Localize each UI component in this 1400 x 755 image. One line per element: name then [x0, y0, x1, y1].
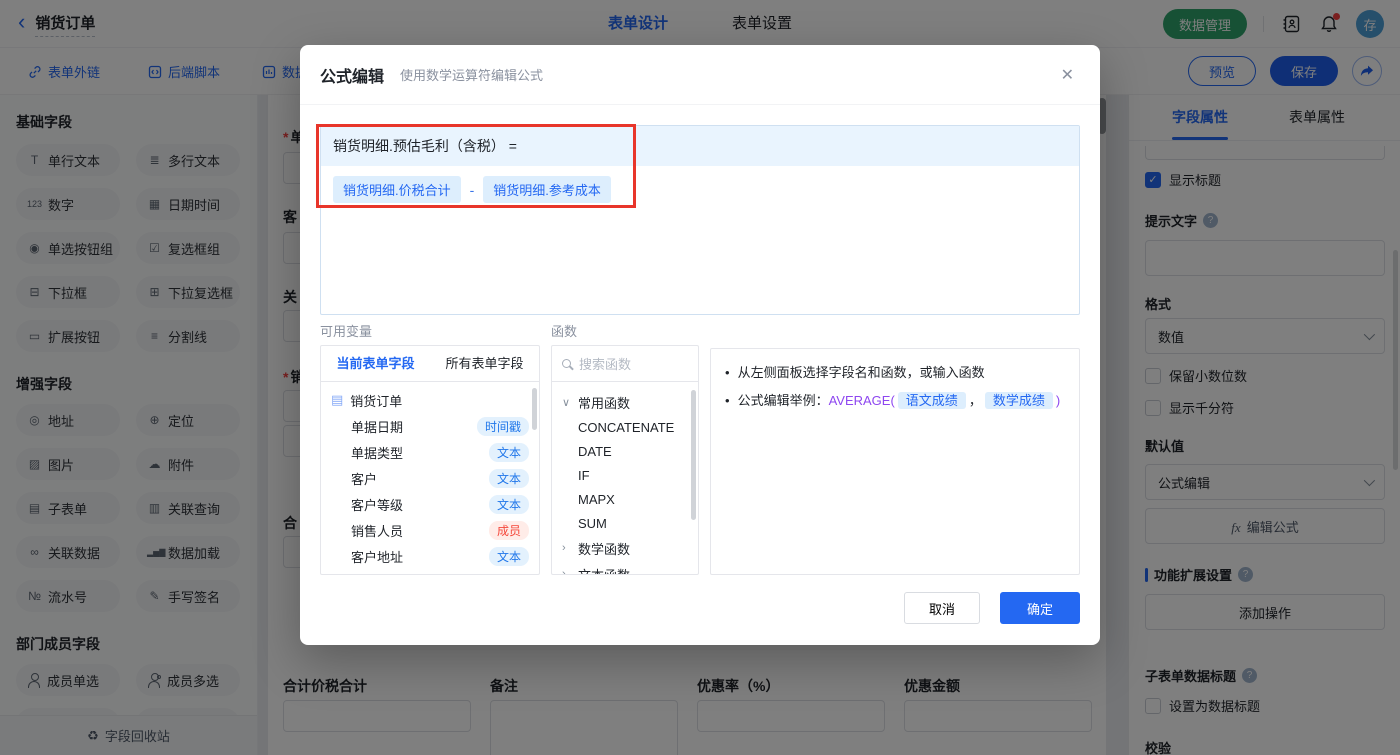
chevron-expanded-icon: ∨ [562, 396, 571, 409]
form-designer-app: ‹ 销货订单 表单设计 表单设置 数据管理 存 表单外链 后端脚本 [0, 0, 1400, 755]
function-group-common[interactable]: ∨ 常用函数 [552, 389, 698, 415]
form-doc-icon: ▤ [331, 392, 344, 407]
confirm-button[interactable]: 确定 [1000, 592, 1080, 624]
chevron-collapsed-icon: › [562, 542, 566, 554]
type-badge: 时间戳 [476, 416, 529, 436]
modal-title: 公式编辑 [320, 68, 385, 86]
function-group-math[interactable]: › 数学函数 [552, 535, 698, 561]
example-field-chip: 数学成绩 [984, 392, 1053, 409]
function-item[interactable]: SUM [552, 511, 698, 535]
search-icon [562, 359, 571, 368]
variable-row[interactable]: 客户等级 文本 [321, 491, 539, 517]
functions-scrollbar[interactable] [691, 390, 696, 520]
search-placeholder: 搜索函数 [579, 357, 632, 372]
functions-panel: 搜索函数 ∨ 常用函数 CONCATENATE DATE IF MAPX SUM … [551, 345, 699, 575]
type-badge: 文本 [488, 494, 529, 514]
modal-subtitle: 使用数学运算符编辑公式 [400, 68, 544, 83]
tips-panel: • 从左侧面板选择字段名和函数，或输入函数 • 公式编辑举例：AVERAGE(语文… [710, 348, 1080, 575]
formula-target-row: 销货明细.预估毛利（含税） = [321, 126, 1079, 166]
type-badge: 文本 [488, 468, 529, 488]
variables-label: 可用变量 [320, 324, 373, 339]
function-item[interactable]: MAPX [552, 487, 698, 511]
tab-current-form-fields[interactable]: 当前表单字段 [321, 346, 430, 381]
type-badge: 文本 [488, 546, 529, 566]
function-group-text[interactable]: › 文本函数 [552, 561, 698, 575]
variables-scrollbar[interactable] [532, 388, 537, 430]
formula-operand-chip[interactable]: 销货明细.价税合计 [333, 176, 461, 203]
tip-line-1: • 从左侧面板选择字段名和函数，或输入函数 [725, 365, 985, 380]
function-item[interactable]: IF [552, 463, 698, 487]
tab-all-form-fields[interactable]: 所有表单字段 [430, 346, 539, 381]
formula-expression-row: 销货明细.价税合计 - 销货明细.参考成本 [321, 166, 1079, 213]
close-icon[interactable]: ✕ [1061, 65, 1074, 85]
chevron-collapsed-icon: › [562, 568, 566, 575]
tip-line-2: • 公式编辑举例：AVERAGE(语文成绩，数学成绩) [725, 392, 1061, 409]
minus-operator: - [469, 181, 475, 198]
formula-editor-modal: 公式编辑 使用数学运算符编辑公式 ✕ 销货明细.预估毛利（含税） = 销货明细.… [300, 45, 1100, 645]
type-badge: 文本 [488, 442, 529, 462]
example-field-chip: 语文成绩 [897, 392, 966, 409]
function-item[interactable]: CONCATENATE [552, 415, 698, 439]
functions-label: 函数 [551, 324, 578, 339]
formula-editor-area[interactable]: 销货明细.预估毛利（含税） = 销货明细.价税合计 - 销货明细.参考成本 [320, 125, 1080, 315]
function-search-input[interactable]: 搜索函数 [552, 346, 698, 382]
modal-header: 公式编辑 使用数学运算符编辑公式 ✕ [300, 45, 1100, 105]
variables-panel: 当前表单字段 所有表单字段 ▤ 销货订单 单据日期 时间戳 单据类型 文本 客户 文本… [320, 345, 540, 575]
variable-tree-root[interactable]: ▤ 销货订单 [321, 387, 539, 413]
variable-row[interactable]: 单据日期 时间戳 [321, 413, 539, 439]
type-badge: 成员 [488, 520, 529, 540]
function-item[interactable]: DATE [552, 439, 698, 463]
function-example: AVERAGE( [828, 393, 895, 408]
variable-row[interactable]: 客户地址 文本 [321, 543, 539, 569]
variable-row[interactable]: 单据类型 文本 [321, 439, 539, 465]
variables-tabs: 当前表单字段 所有表单字段 [321, 346, 539, 382]
formula-operand-chip[interactable]: 销货明细.参考成本 [483, 176, 611, 203]
cancel-button[interactable]: 取消 [904, 592, 980, 624]
variable-row[interactable]: 销售人员 成员 [321, 517, 539, 543]
variable-row[interactable]: 客户 文本 [321, 465, 539, 491]
modal-footer: 取消 确定 [904, 592, 1080, 624]
